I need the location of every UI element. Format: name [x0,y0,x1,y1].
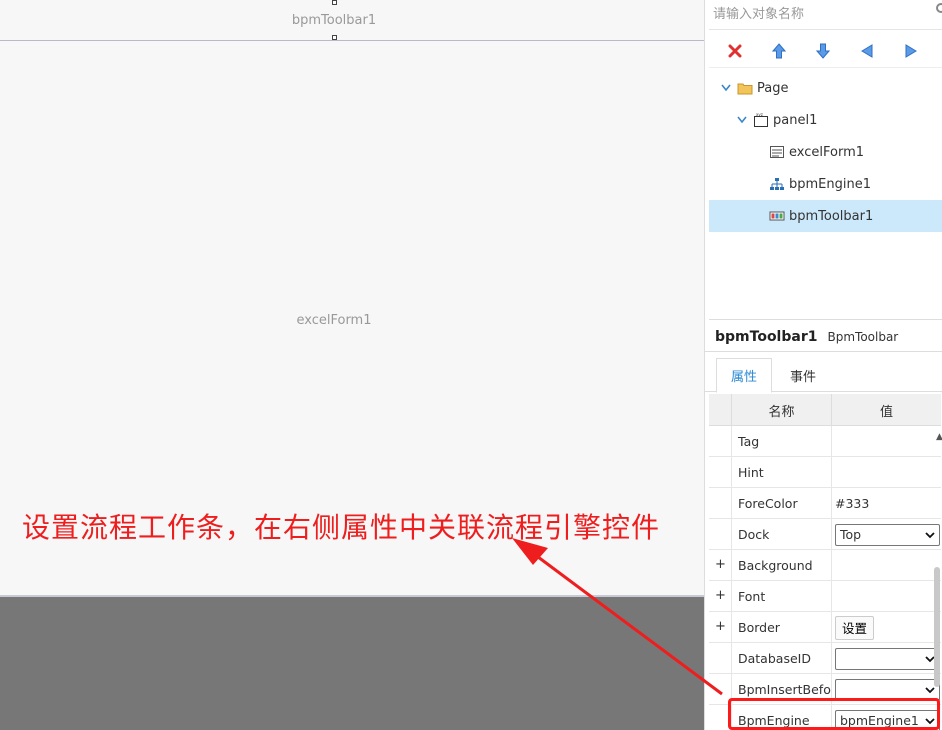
property-name: DatabaseID [731,643,831,674]
property-name: Font [731,581,831,612]
property-value[interactable]: #333 [831,488,941,519]
tree-node-label: Page [757,80,789,96]
property-row-databaseid[interactable]: DatabaseID [709,643,941,674]
form-icon [769,145,785,159]
expand-icon[interactable]: + [715,557,727,572]
chevron-down-icon[interactable] [721,83,731,93]
design-canvas: bpmToolbar1 excelForm1 [0,0,704,730]
property-name: Dock [731,519,831,550]
toolbar-icon [769,209,785,223]
scroll-up-icon[interactable]: ▲ [936,432,942,442]
property-row-font[interactable]: + Font [709,581,941,612]
bpm-toolbar-control[interactable]: bpmToolbar1 [0,0,704,41]
delete-icon[interactable] [726,42,744,60]
tree-node-bpmtoolbar1[interactable]: bpmToolbar1 [709,200,942,232]
tree-node-bpmengine1[interactable]: bpmEngine1 [709,168,942,200]
property-value[interactable] [831,426,941,457]
bpmengine-select-value: bpmEngine1 [840,713,919,728]
property-value [831,674,941,705]
column-header-name: 名称 [731,394,831,426]
tab-events[interactable]: 事件 [775,358,831,393]
panel-icon: xyz [753,113,769,127]
property-row-tag[interactable]: Tag [709,426,941,457]
tree-node-panel1[interactable]: xyz panel1 [709,104,942,136]
property-value[interactable] [831,457,941,488]
search-icon[interactable] [936,3,942,13]
selected-object-type: BpmToolbar [827,329,899,344]
property-name: Hint [731,457,831,488]
excel-form-control-label: excelForm1 [296,313,372,328]
property-name: Tag [731,426,831,457]
folder-icon [737,81,753,95]
property-value[interactable] [831,550,941,581]
arrow-up-icon[interactable] [770,42,788,60]
property-name: ForeColor [731,488,831,519]
object-search-input[interactable] [709,0,929,28]
side-panel: Page xyz panel1 excelForm1 bpmEngine1 [704,0,942,730]
arrow-right-icon[interactable] [902,42,920,60]
dock-select-value: Top [840,527,862,542]
property-value: 设置 [831,612,941,643]
toolbar-control-label: bpmToolbar1 [291,13,377,28]
annotation-text: 设置流程工作条，在右侧属性中关联流程引擎控件 [22,511,661,544]
tree-node-label: bpmEngine1 [789,176,871,192]
tab-properties[interactable]: 属性 [716,358,772,393]
chevron-down-icon [925,717,935,724]
property-value: bpmEngine1 [831,705,941,730]
chevron-down-icon [925,531,935,538]
property-tabs: 属性 事件 [705,352,942,393]
tree-node-label: panel1 [773,112,818,128]
bpminsertbefore-select[interactable] [835,678,940,701]
resize-handle-bottom[interactable] [332,35,337,40]
property-value[interactable] [831,581,941,612]
property-row-bpminsertbefore[interactable]: BpmInsertBefo... [709,674,941,705]
object-tree: Page xyz panel1 excelForm1 bpmEngine1 bp… [709,70,942,320]
svg-text:xyz: xyz [756,113,763,117]
dock-select[interactable]: Top [835,523,940,546]
tree-node-page[interactable]: Page [709,72,942,104]
property-row-border[interactable]: + Border 设置 [709,612,941,643]
bpmengine-select[interactable]: bpmEngine1 [835,709,940,730]
resize-handle-top[interactable] [332,0,337,5]
arrow-down-icon[interactable] [814,42,832,60]
databaseid-select[interactable] [835,647,940,670]
property-row-bpmengine[interactable]: BpmEngine bpmEngine1 [709,705,941,730]
property-name: Border [731,612,831,643]
tree-node-label: bpmToolbar1 [789,208,874,224]
search-box [709,0,942,30]
property-grid-header: 名称 值 [709,394,941,426]
expand-icon[interactable]: + [715,588,727,603]
property-row-forecolor[interactable]: ForeColor #333 [709,488,941,519]
property-name: BpmEngine [731,705,831,730]
property-grid-scrollbar[interactable] [934,567,940,687]
property-row-hint[interactable]: Hint [709,457,941,488]
tree-toolbar [709,36,942,68]
property-header: bpmToolbar1 BpmToolbar [705,322,942,352]
property-value: Top [831,519,941,550]
column-header-value: 值 [831,394,941,426]
property-name: BpmInsertBefo... [731,674,831,705]
expand-icon[interactable]: + [715,619,727,634]
arrow-left-icon[interactable] [858,42,876,60]
property-grid: Tag Hint ForeColor #333 Dock Top + Backg… [709,426,941,730]
chevron-down-icon[interactable] [737,115,747,125]
property-name: Background [731,550,831,581]
selected-object-name: bpmToolbar1 [715,328,818,345]
engine-icon [769,177,785,191]
property-row-dock[interactable]: Dock Top [709,519,941,550]
property-value [831,643,941,674]
chevron-down-icon [925,686,935,693]
tree-node-label: excelForm1 [789,144,865,160]
tree-node-excelform1[interactable]: excelForm1 [709,136,942,168]
border-settings-button[interactable]: 设置 [835,615,875,640]
property-row-background[interactable]: + Background [709,550,941,581]
